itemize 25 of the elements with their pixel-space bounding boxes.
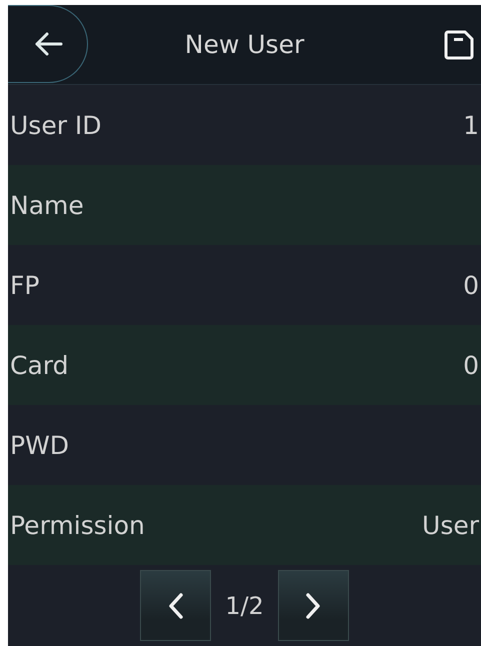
field-label: Card	[10, 350, 68, 380]
save-button[interactable]	[443, 29, 475, 61]
field-label: FP	[10, 270, 40, 300]
save-icon	[443, 29, 475, 61]
field-value: 0	[463, 350, 479, 380]
field-value: 0	[463, 270, 479, 300]
next-page-button[interactable]	[278, 570, 349, 641]
field-value: User	[422, 510, 479, 540]
form-row[interactable]: Name	[8, 165, 481, 245]
chevron-right-icon	[305, 592, 322, 620]
previous-page-button[interactable]	[140, 570, 212, 641]
field-label: User ID	[10, 110, 102, 140]
page-indicator: 1/2	[225, 592, 264, 620]
form-row[interactable]: Permission User	[8, 485, 481, 565]
form-row[interactable]: PWD	[8, 405, 481, 485]
field-label: PWD	[10, 430, 70, 460]
screen-title: New User	[184, 30, 304, 59]
form-row[interactable]: Card 0	[8, 325, 481, 405]
chevron-left-icon	[168, 592, 184, 620]
field-label: Permission	[10, 510, 145, 540]
form-row[interactable]: User ID 1	[8, 85, 481, 165]
field-value: 1	[463, 110, 479, 140]
form-row[interactable]: FP 0	[8, 245, 481, 325]
back-arrow-icon	[33, 31, 63, 57]
field-label: Name	[10, 190, 84, 220]
